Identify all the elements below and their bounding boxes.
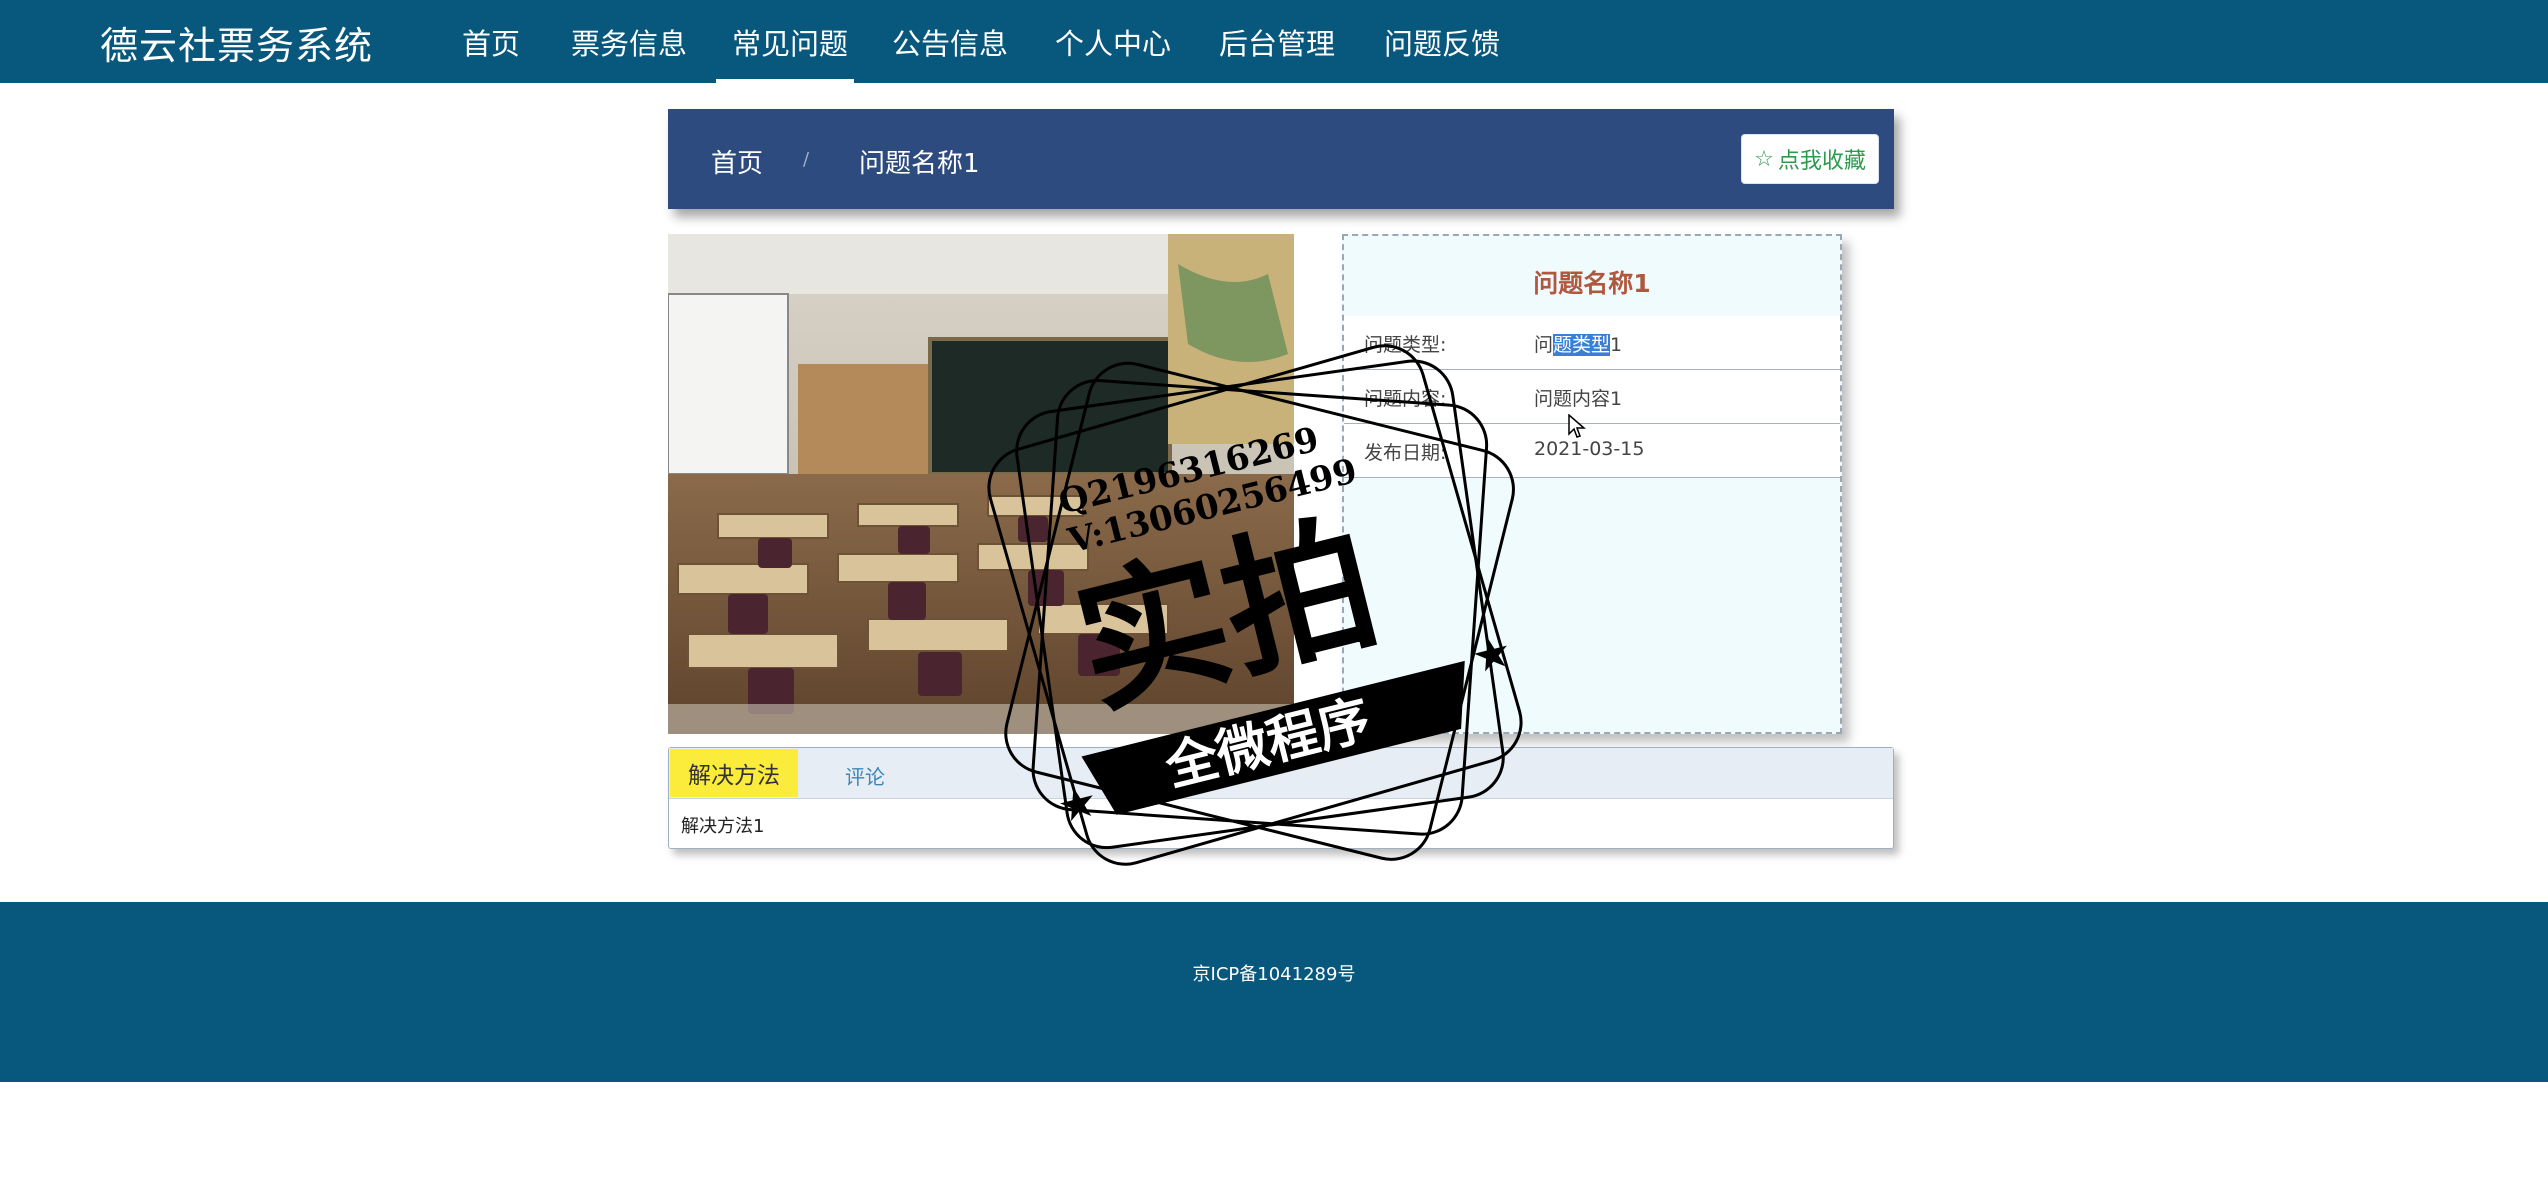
nav-item-faq[interactable]: 常见问题 xyxy=(732,21,848,63)
question-title: 问题名称1 xyxy=(1533,269,1651,298)
favorite-button[interactable]: ☆ 点我收藏 xyxy=(1741,134,1879,184)
mouse-cursor-icon xyxy=(1568,413,1587,444)
tab-solution[interactable]: 解决方法 xyxy=(670,749,798,797)
info-row-date: 发布日期: 2021-03-15 xyxy=(1344,424,1840,478)
breadcrumb-home-link[interactable]: 首页 xyxy=(711,143,763,180)
info-value: 问题类型1 xyxy=(1534,334,1623,356)
question-info-panel: 问题名称1 问题类型: 问题类型1 问题内容: 问题内容1 发布日期: 2021… xyxy=(1342,234,1842,734)
favorite-button-label: 点我收藏 xyxy=(1777,149,1866,174)
nav-item-home[interactable]: 首页 xyxy=(462,21,520,63)
nav-item-tickets[interactable]: 票务信息 xyxy=(571,21,687,63)
star-outline-icon: ☆ xyxy=(1754,146,1774,172)
question-image xyxy=(668,234,1294,734)
info-row-type: 问题类型: 问题类型1 xyxy=(1344,316,1840,370)
info-label: 问题类型: xyxy=(1364,334,1447,356)
info-label: 问题内容: xyxy=(1364,388,1447,410)
footer: 京ICP备1041289号 xyxy=(0,902,2548,1082)
info-row-content: 问题内容: 问题内容1 xyxy=(1344,370,1840,424)
nav-item-profile[interactable]: 个人中心 xyxy=(1055,21,1171,63)
breadcrumb-bar: 首页 / 问题名称1 ☆ 点我收藏 xyxy=(668,109,1894,209)
nav-item-feedback[interactable]: 问题反馈 xyxy=(1384,21,1500,63)
detail-tabs: 解决方法 评论 解决方法1 xyxy=(668,747,1894,849)
nav-active-indicator xyxy=(716,79,854,83)
site-brand[interactable]: 德云社票务系统 xyxy=(100,15,373,70)
nav-item-announcements[interactable]: 公告信息 xyxy=(892,21,1008,63)
top-nav-bar: 德云社票务系统 首页 票务信息 常见问题 公告信息 个人中心 后台管理 问题反馈 xyxy=(0,0,2548,83)
info-value: 问题内容1 xyxy=(1534,388,1623,410)
footer-icp: 京ICP备1041289号 xyxy=(1192,964,1356,985)
tab-comments[interactable]: 评论 xyxy=(845,761,885,790)
breadcrumb-separator: / xyxy=(803,149,810,170)
tab-content: 解决方法1 xyxy=(681,816,765,837)
nav-item-admin[interactable]: 后台管理 xyxy=(1219,21,1335,63)
breadcrumb-current: 问题名称1 xyxy=(859,149,980,179)
info-label: 发布日期: xyxy=(1364,442,1447,464)
tabs-header: 解决方法 评论 xyxy=(669,748,1893,799)
info-value: 2021-03-15 xyxy=(1534,438,1645,460)
